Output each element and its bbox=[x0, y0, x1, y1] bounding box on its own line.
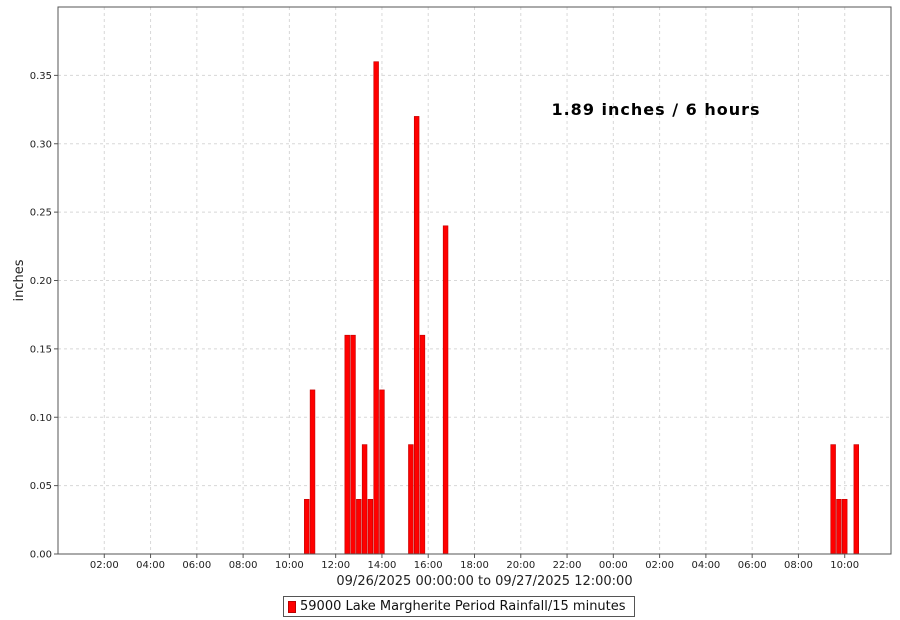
y-tick-label: 0.35 bbox=[30, 71, 52, 82]
x-tick-label: 04:00 bbox=[691, 560, 720, 571]
y-tick-label: 0.05 bbox=[30, 481, 52, 492]
rainfall-bar bbox=[356, 498, 362, 555]
x-tick-label: 14:00 bbox=[368, 560, 397, 571]
x-tick-label: 12:00 bbox=[321, 560, 350, 571]
x-tick-label: 16:00 bbox=[414, 560, 443, 571]
rainfall-chart: 0.00 0.05 0.10 0.15 0.20 0.25 0.30 0.35 02:00 04… bbox=[12, 6, 892, 589]
y-tick-label: 0.30 bbox=[30, 139, 52, 150]
rainfall-bar bbox=[413, 116, 420, 555]
rainfall-bar bbox=[373, 61, 379, 555]
x-tick-label: 06:00 bbox=[738, 560, 767, 571]
x-tick-label: 10:00 bbox=[275, 560, 304, 571]
y-tick-label: 0.15 bbox=[30, 344, 52, 355]
rainfall-bar bbox=[842, 498, 848, 555]
rainfall-bar bbox=[379, 389, 385, 555]
x-tick-label: 18:00 bbox=[460, 560, 489, 571]
rainfall-bar bbox=[408, 444, 414, 555]
rainfall-bar bbox=[309, 389, 316, 555]
x-tick-label: 08:00 bbox=[784, 560, 813, 571]
x-axis-title: 09/26/2025 00:00:00 to 09/27/2025 12:00:… bbox=[336, 574, 632, 589]
rainfall-bar bbox=[853, 444, 859, 555]
x-axis: 02:00 04:00 06:00 08:00 10:00 12:00 14:00 16:00… bbox=[90, 554, 859, 571]
bars bbox=[304, 61, 859, 555]
legend-swatch bbox=[288, 600, 296, 613]
rainfall-bar bbox=[836, 498, 842, 555]
legend: 59000 Lake Margherite Period Rainfall/15… bbox=[283, 596, 635, 617]
x-tick-label: 20:00 bbox=[506, 560, 535, 571]
x-tick-label: 08:00 bbox=[229, 560, 258, 571]
rainfall-bar bbox=[830, 444, 836, 555]
legend-label: 59000 Lake Margherite Period Rainfall/15… bbox=[300, 599, 626, 614]
y-axis: 0.00 0.05 0.10 0.15 0.20 0.25 0.30 0.35 bbox=[30, 71, 58, 561]
rainfall-bar bbox=[350, 334, 356, 555]
x-tick-label: 10:00 bbox=[830, 560, 859, 571]
x-tick-label: 02:00 bbox=[90, 560, 119, 571]
y-tick-label: 0.25 bbox=[30, 208, 52, 219]
y-tick-label: 0.00 bbox=[30, 550, 52, 561]
rainfall-bar bbox=[344, 334, 350, 555]
rainfall-bar bbox=[304, 498, 310, 555]
rainfall-bar bbox=[442, 225, 449, 555]
rainfall-bar bbox=[367, 498, 374, 555]
rainfall-bar bbox=[361, 444, 368, 555]
grid bbox=[58, 7, 891, 554]
y-tick-label: 0.10 bbox=[30, 413, 52, 424]
x-tick-label: 22:00 bbox=[553, 560, 582, 571]
x-tick-label: 00:00 bbox=[599, 560, 628, 571]
y-axis-title: inches bbox=[12, 259, 27, 301]
rainfall-total-annotation: 1.89 inches / 6 hours bbox=[551, 100, 760, 119]
x-tick-label: 02:00 bbox=[645, 560, 674, 571]
y-tick-label: 0.20 bbox=[30, 276, 52, 287]
x-tick-label: 04:00 bbox=[136, 560, 165, 571]
rainfall-bar bbox=[419, 334, 426, 555]
x-tick-label: 06:00 bbox=[182, 560, 211, 571]
